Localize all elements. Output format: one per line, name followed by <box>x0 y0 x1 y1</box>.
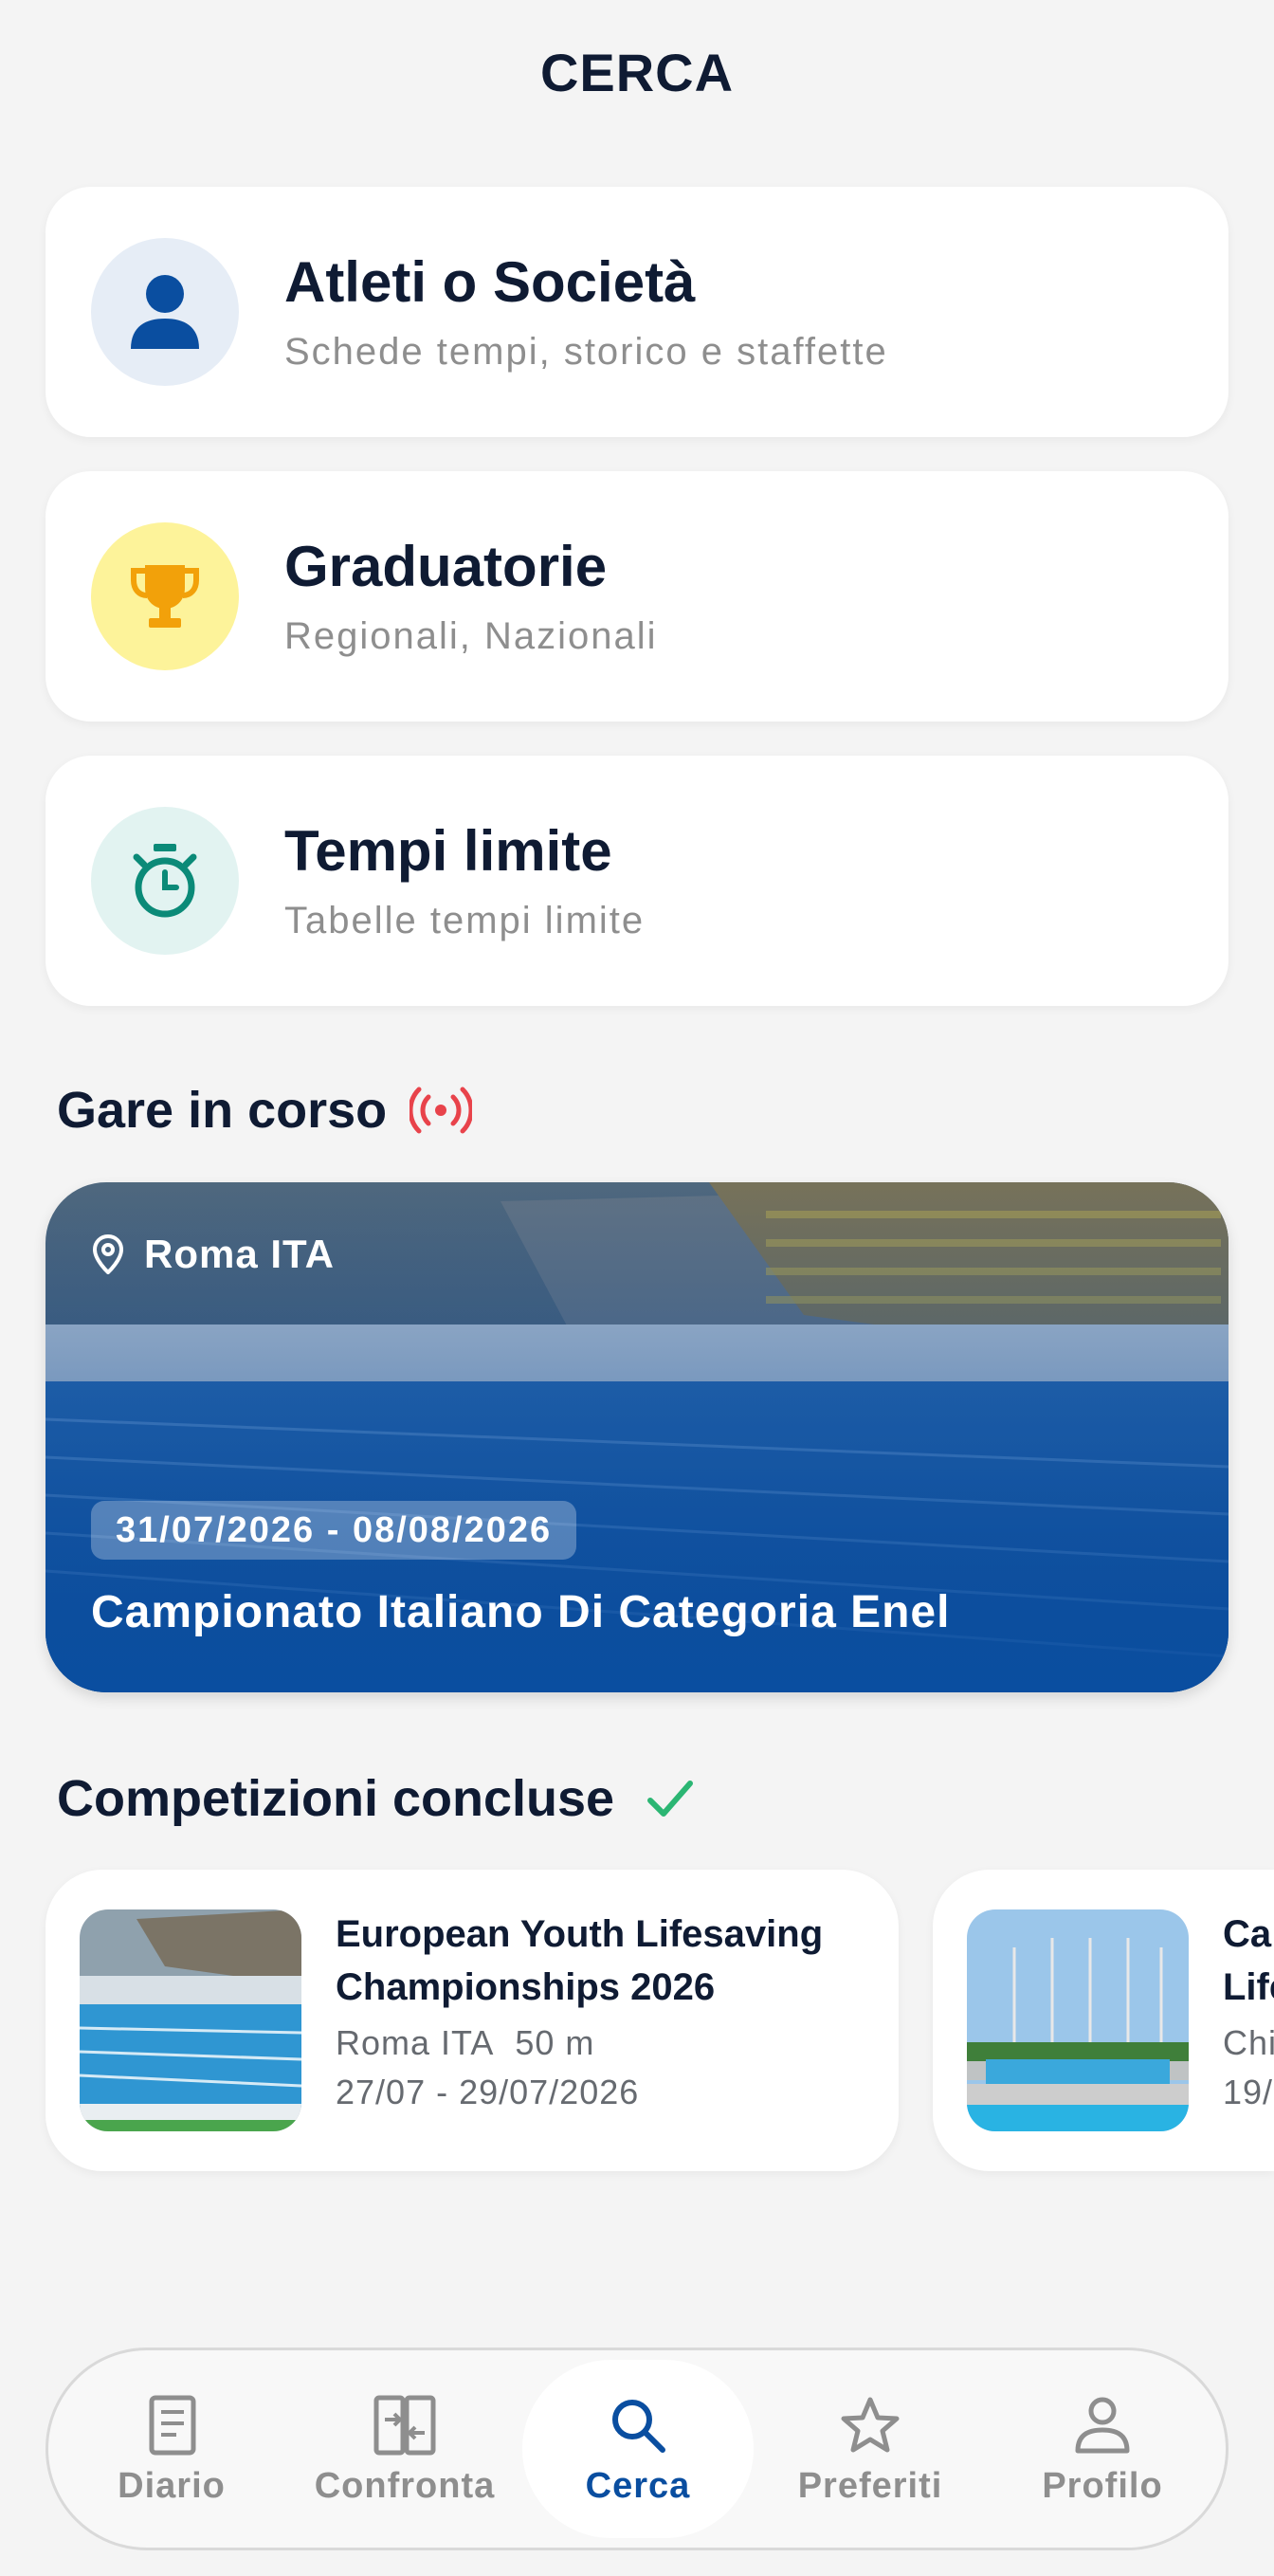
nav-label: Cerca <box>585 2465 691 2506</box>
nav-item-confronta[interactable]: Confronta <box>291 2350 519 2548</box>
nav-label: Profilo <box>1042 2465 1163 2506</box>
menu-card-title: Atleti o Società <box>284 250 696 314</box>
competition-thumbnail <box>80 1909 301 2131</box>
menu-card-subtitle: Tabelle tempi limite <box>284 900 646 941</box>
competition-name: European Youth Lifesaving Championships … <box>336 1913 824 2008</box>
nav-item-preferiti[interactable]: Preferiti <box>756 2350 984 2548</box>
competition-location: Roma ITA <box>336 2023 495 2062</box>
competition-dates: 27/07 - 29/07/2026 <box>336 2073 640 2111</box>
location-pin-icon <box>93 1234 123 1274</box>
concluded-competition-card[interactable]: European Youth Lifesaving Championships … <box>46 1870 899 2171</box>
menu-card-subtitle: Schede tempi, storico e staffette <box>284 331 888 373</box>
menu-card-athletes[interactable]: Atleti o Società Schede tempi, storico e… <box>46 187 1228 437</box>
menu-card-subtitle: Regionali, Nazionali <box>284 615 658 657</box>
live-section-header: Gare in corso <box>57 1081 473 1140</box>
nav-item-diario[interactable]: Diario <box>58 2350 285 2548</box>
live-location-text: Roma ITA <box>144 1232 335 1276</box>
star-icon <box>840 2392 901 2458</box>
trophy-icon <box>91 522 239 670</box>
profile-icon <box>1074 2392 1131 2458</box>
concluded-competition-card[interactable]: Ca Life Chi 19/ <box>933 1870 1274 2171</box>
search-icon <box>610 2392 666 2458</box>
competition-name: Ca Life <box>1223 1913 1274 2008</box>
menu-card-title: Tempi limite <box>284 819 612 883</box>
competition-dates: 19/ <box>1223 2073 1274 2111</box>
competition-location: Chi <box>1223 2023 1274 2062</box>
competition-thumbnail <box>967 1909 1189 2131</box>
nav-item-profilo[interactable]: Profilo <box>989 2350 1216 2548</box>
person-icon <box>91 238 239 386</box>
nav-label: Preferiti <box>797 2465 943 2506</box>
page-title: CERCA <box>539 43 735 102</box>
menu-card-time-limits[interactable]: Tempi limite Tabelle tempi limite <box>46 756 1228 1006</box>
check-icon <box>646 1780 694 1818</box>
concluded-section-title: Competizioni concluse <box>57 1770 615 1827</box>
compare-icon <box>373 2392 436 2458</box>
menu-card-title: Graduatorie <box>284 535 608 598</box>
live-competition-name: Campionato Italiano Di Categoria Enel <box>91 1587 951 1637</box>
stopwatch-icon <box>91 807 239 955</box>
live-broadcast-icon <box>410 1086 473 1135</box>
competition-pool-length: 50 m <box>515 2023 595 2062</box>
nav-label: Confronta <box>314 2465 496 2506</box>
live-date-badge: 31/07/2026 - 08/08/2026 <box>91 1501 577 1560</box>
live-competition-card[interactable]: Roma ITA 31/07/2026 - 08/08/2026 Campion… <box>46 1182 1228 1692</box>
nav-item-cerca[interactable]: Cerca <box>522 2360 754 2538</box>
nav-label: Diario <box>118 2465 226 2506</box>
menu-card-rankings[interactable]: Graduatorie Regionali, Nazionali <box>46 471 1228 722</box>
live-location: Roma ITA <box>93 1232 335 1277</box>
diary-icon <box>146 2392 197 2458</box>
concluded-section-header: Competizioni concluse <box>57 1769 694 1828</box>
live-section-title: Gare in corso <box>57 1082 388 1139</box>
competition-meta: Roma ITA 50 m <box>336 2023 885 2063</box>
bottom-navigation: Diario Confronta Cerca Preferiti Profilo <box>46 2348 1228 2550</box>
